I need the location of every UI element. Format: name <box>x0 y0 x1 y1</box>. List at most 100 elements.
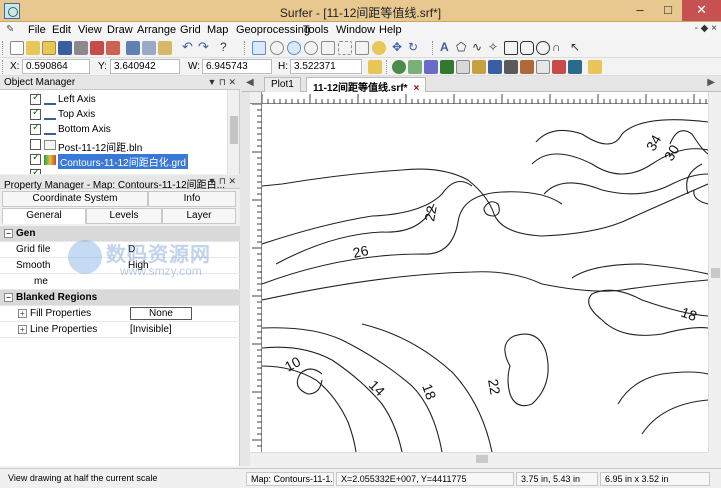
property-value[interactable]: D <box>128 244 135 255</box>
open-folder-icon[interactable] <box>42 41 56 55</box>
y-coordinate-field[interactable]: 3.640942 <box>110 59 180 74</box>
panel-pin-icon[interactable]: ▼ ⊓ ✕ <box>208 176 236 187</box>
new-base-map-icon[interactable] <box>408 60 422 74</box>
menu-draw[interactable]: Draw <box>107 24 133 36</box>
text-icon[interactable]: A <box>440 41 454 55</box>
toolbar-grip[interactable] <box>432 41 435 55</box>
toolbar-grip[interactable] <box>2 41 5 55</box>
property-row-smoothing[interactable]: Smooth High <box>0 258 240 274</box>
zoom-selected-icon[interactable] <box>338 41 352 55</box>
menu-geoprocessing[interactable]: Geoprocessing <box>236 24 310 36</box>
help-icon[interactable]: ? <box>220 41 234 55</box>
open-icon[interactable] <box>26 41 40 55</box>
fill-properties-value[interactable]: None <box>130 307 192 320</box>
tab-levels[interactable]: Levels <box>86 208 162 224</box>
object-tree-scrollbar[interactable] <box>227 90 239 174</box>
new-contour-map-icon[interactable] <box>392 60 406 74</box>
new-3d-surface-icon[interactable] <box>488 60 502 74</box>
close-button[interactable]: ✕ <box>682 0 721 21</box>
property-row-grid-file[interactable]: Grid file D <box>0 242 240 258</box>
select-icon[interactable] <box>252 41 266 55</box>
move-icon[interactable]: ✥ <box>392 41 406 55</box>
tab-layer[interactable]: Layer <box>162 208 236 224</box>
expand-icon[interactable]: + <box>18 325 27 334</box>
cut-icon[interactable] <box>126 41 140 55</box>
tab-general[interactable]: General <box>2 208 86 224</box>
scrollbar-thumb[interactable] <box>476 455 488 463</box>
tab-scroll-right-icon[interactable]: ▶ <box>707 77 715 88</box>
zoom-page-icon[interactable] <box>321 41 335 55</box>
spline-icon[interactable]: ∩ <box>552 41 566 55</box>
menu-edit[interactable]: Edit <box>52 24 71 36</box>
collapse-icon[interactable]: − <box>4 293 13 302</box>
visibility-checkbox[interactable] <box>30 92 41 105</box>
menu-window[interactable]: Window <box>336 24 375 36</box>
zoom-out-icon[interactable] <box>287 41 301 55</box>
reshape-icon[interactable]: ↖ <box>570 41 584 55</box>
property-value[interactable]: High <box>128 260 149 271</box>
visibility-checkbox[interactable] <box>30 152 41 165</box>
ellipse-icon[interactable] <box>536 41 550 55</box>
menu-file[interactable]: File <box>28 24 46 36</box>
new-icon[interactable] <box>10 41 24 55</box>
toolbar-grip[interactable] <box>2 60 5 74</box>
new-wireframe-icon[interactable] <box>504 60 518 74</box>
scrollbar-thumb[interactable] <box>230 116 238 144</box>
new-classed-post-icon[interactable] <box>520 60 534 74</box>
property-value[interactable]: me <box>34 276 48 287</box>
lock-aspect-icon[interactable] <box>368 60 382 74</box>
new-shaded-relief-icon[interactable] <box>456 60 470 74</box>
menu-map[interactable]: Map <box>207 24 228 36</box>
property-value[interactable]: [Invisible] <box>130 324 172 335</box>
contour-map[interactable]: 34 30 22 26 18 10 14 18 22 <box>262 104 708 452</box>
maximize-button[interactable]: □ <box>654 0 682 21</box>
x-coordinate-field[interactable]: 0.590864 <box>22 59 90 74</box>
rectangle-icon[interactable] <box>504 41 518 55</box>
copy-icon[interactable] <box>142 41 156 55</box>
menu-grid[interactable]: Grid <box>180 24 201 36</box>
width-field[interactable]: 6.945743 <box>202 59 272 74</box>
toolbar-grip[interactable] <box>244 41 247 55</box>
collapse-icon[interactable]: − <box>4 229 13 238</box>
visibility-checkbox[interactable] <box>30 167 41 174</box>
actual-size-icon[interactable] <box>355 41 369 55</box>
property-row-partial[interactable]: me <box>0 274 240 290</box>
new-color-relief-icon[interactable] <box>568 60 582 74</box>
property-row-fill-properties[interactable]: + Fill Properties None <box>0 306 240 322</box>
tab-coordinate-system[interactable]: Coordinate System <box>2 191 148 207</box>
tab-plot1[interactable]: Plot1 <box>264 77 301 92</box>
panel-pin-icon[interactable]: ▼ ⊓ ✕ <box>208 77 236 88</box>
save-icon[interactable] <box>58 41 72 55</box>
visibility-checkbox[interactable] <box>30 107 41 120</box>
pan-icon[interactable] <box>372 41 386 55</box>
polyline-icon[interactable]: ∿ <box>472 41 486 55</box>
menu-arrange[interactable]: Arrange <box>137 24 176 36</box>
toolbar-grip[interactable] <box>386 60 389 74</box>
height-field[interactable]: 3.522371 <box>290 59 362 74</box>
import-icon[interactable] <box>90 41 104 55</box>
print-icon[interactable] <box>74 41 88 55</box>
mdi-window-controls[interactable]: - ◆ × <box>695 23 717 34</box>
canvas-vertical-scrollbar[interactable] <box>708 92 721 452</box>
symbol-icon[interactable]: ✧ <box>488 41 502 55</box>
menu-view[interactable]: View <box>78 24 102 36</box>
menu-logo-icon[interactable]: ✎ <box>6 24 20 37</box>
visibility-checkbox[interactable] <box>30 122 41 135</box>
export-icon[interactable] <box>106 41 120 55</box>
map-scale-icon[interactable] <box>588 60 602 74</box>
refresh-icon[interactable]: ↻ <box>408 41 422 55</box>
visibility-checkbox[interactable] <box>30 139 41 150</box>
plot-canvas[interactable]: 34 30 22 26 18 10 14 18 22 <box>262 104 708 452</box>
polygon-icon[interactable]: ⬠ <box>456 41 470 55</box>
tab-info[interactable]: Info <box>148 191 236 207</box>
expand-icon[interactable]: + <box>18 309 27 318</box>
new-post-map-icon[interactable] <box>424 60 438 74</box>
minimize-button[interactable]: – <box>626 0 654 21</box>
new-vector-map-icon[interactable] <box>472 60 486 74</box>
canvas-horizontal-scrollbar[interactable] <box>250 452 708 464</box>
panel-splitter[interactable] <box>240 76 250 466</box>
rounded-rectangle-icon[interactable] <box>520 41 534 55</box>
new-watershed-icon[interactable] <box>536 60 550 74</box>
paste-icon[interactable] <box>158 41 172 55</box>
section-blanked-regions[interactable]: − Blanked Regions <box>0 290 240 306</box>
